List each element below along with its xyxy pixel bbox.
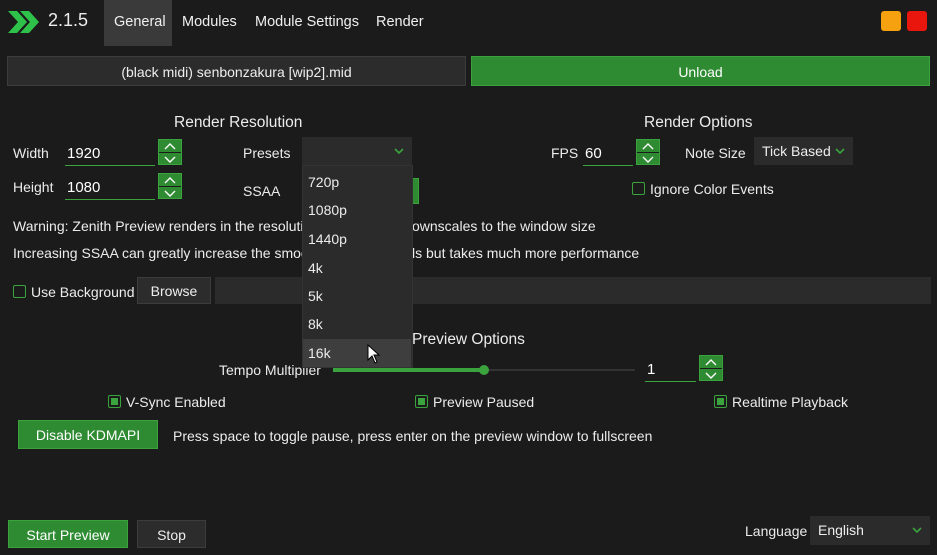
width-label: Width	[13, 145, 49, 161]
disable-kdmapi-button[interactable]: Disable KDMAPI	[18, 420, 158, 449]
ignore-color-events-checkbox[interactable]	[632, 182, 645, 195]
fps-label: FPS	[551, 145, 579, 161]
ssaa-label: SSAA	[243, 183, 281, 199]
minimize-button[interactable]	[881, 11, 901, 31]
presets-dropdown-menu: 720p 1080p 1440p 4k 5k 8k 16k	[302, 165, 413, 368]
chevron-down-icon	[835, 137, 845, 174]
unload-button[interactable]: Unload	[471, 56, 930, 86]
ssaa-warning: Increasing SSAA can greatly increase the…	[13, 245, 313, 261]
render-options-heading: Render Options	[644, 114, 753, 131]
presets-label: Presets	[243, 145, 291, 161]
app-version: 2.1.5	[48, 10, 89, 30]
vsync-label: V-Sync Enabled	[126, 394, 226, 410]
use-background-checkbox[interactable]	[13, 285, 26, 298]
ssaa-warning-cont: ls but takes much more performance	[412, 245, 640, 261]
render-resolution-heading: Render Resolution	[174, 114, 303, 131]
zenith-logo-icon	[8, 11, 40, 33]
title-bar: 2.1.5 General Modules Module Settings Re…	[0, 0, 937, 46]
controls-hint: Press space to toggle pause, press enter…	[173, 428, 653, 444]
preview-options-heading: Preview Options	[412, 331, 525, 348]
preset-option-16k[interactable]: 16k	[303, 339, 411, 367]
realtime-playback-checkbox[interactable]	[714, 395, 727, 408]
tab-render[interactable]: Render	[366, 0, 434, 46]
language-label: Language	[745, 523, 808, 539]
height-input[interactable]: 1080	[65, 176, 155, 200]
chevron-up-icon[interactable]	[637, 140, 659, 152]
stop-button[interactable]: Stop	[137, 520, 206, 548]
preset-option-4k[interactable]: 4k	[303, 254, 411, 282]
preset-option-720p[interactable]: 720p	[303, 168, 411, 196]
tempo-input[interactable]: 1	[645, 358, 696, 382]
note-size-select[interactable]: Tick Based	[754, 137, 853, 165]
mouse-cursor-icon	[367, 343, 381, 367]
chevron-up-icon[interactable]	[159, 174, 181, 186]
preview-paused-checkbox[interactable]	[415, 395, 428, 408]
close-button[interactable]	[907, 11, 927, 31]
chevron-up-icon[interactable]	[159, 140, 181, 152]
preset-option-5k[interactable]: 5k	[303, 282, 411, 310]
preset-option-1440p[interactable]: 1440p	[303, 225, 411, 253]
presets-select[interactable]	[302, 137, 412, 165]
fps-stepper[interactable]	[636, 139, 660, 165]
preview-paused-label: Preview Paused	[433, 394, 535, 410]
use-background-label: Use Background	[31, 284, 135, 300]
note-size-value: Tick Based	[762, 143, 831, 159]
language-select[interactable]: English	[810, 516, 930, 545]
chevron-up-icon[interactable]	[700, 356, 722, 368]
tempo-stepper[interactable]	[699, 355, 723, 381]
tempo-slider-thumb[interactable]	[479, 365, 489, 375]
resolution-warning: Warning: Zenith Preview renders in the r…	[13, 218, 312, 234]
midi-file-button[interactable]: (black midi) senbonzakura [wip2].mid	[7, 56, 466, 86]
ignore-color-events-label: Ignore Color Events	[650, 181, 774, 197]
note-size-label: Note Size	[685, 145, 746, 161]
width-stepper[interactable]	[158, 139, 182, 165]
chevron-down-icon[interactable]	[159, 186, 181, 199]
width-input[interactable]: 1920	[65, 142, 155, 166]
chevron-down-icon[interactable]	[637, 152, 659, 165]
fps-input[interactable]: 60	[583, 142, 633, 166]
resolution-warning-cont: ownscales to the window size	[412, 218, 596, 234]
vsync-checkbox[interactable]	[108, 395, 121, 408]
chevron-down-icon[interactable]	[159, 152, 181, 165]
tab-modules[interactable]: Modules	[172, 0, 247, 46]
tab-module-settings[interactable]: Module Settings	[245, 0, 369, 46]
height-label: Height	[13, 179, 54, 195]
tab-general[interactable]: General	[104, 0, 172, 46]
browse-button[interactable]: Browse	[137, 277, 211, 304]
preset-option-1080p[interactable]: 1080p	[303, 196, 411, 224]
language-value: English	[818, 522, 864, 538]
height-stepper[interactable]	[158, 173, 182, 199]
tempo-slider-fill	[333, 368, 484, 372]
preset-option-8k[interactable]: 8k	[303, 310, 411, 338]
start-preview-button[interactable]: Start Preview	[8, 520, 128, 548]
chevron-down-icon	[912, 516, 922, 555]
chevron-down-icon[interactable]	[700, 368, 722, 381]
realtime-playback-label: Realtime Playback	[732, 394, 848, 410]
